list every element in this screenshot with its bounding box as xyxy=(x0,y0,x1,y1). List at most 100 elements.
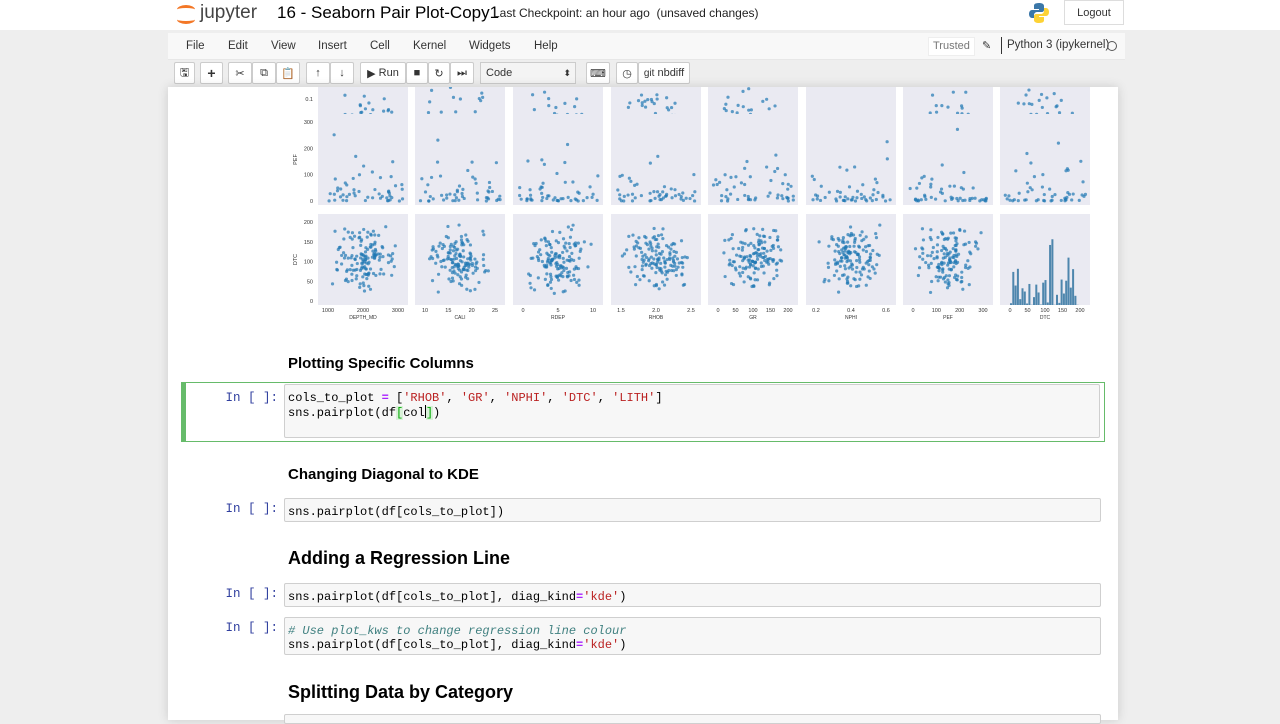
scatter-point xyxy=(629,270,632,273)
scatter-point xyxy=(428,100,431,103)
scatter-point xyxy=(772,258,775,261)
menu-cell[interactable]: Cell xyxy=(370,40,390,52)
scatter-point xyxy=(359,111,362,114)
scatter-point xyxy=(588,185,591,188)
menu-view[interactable]: View xyxy=(271,40,296,52)
scatter-point xyxy=(1018,192,1021,195)
move-up-icon[interactable]: ↑ xyxy=(306,62,330,84)
scatter-point xyxy=(693,190,696,193)
scatter-point xyxy=(647,259,650,262)
fast-forward-icon[interactable]: ⏭ xyxy=(450,62,474,84)
scatter-point xyxy=(680,273,683,276)
menu-edit[interactable]: Edit xyxy=(228,40,248,52)
scatter-point xyxy=(554,262,557,265)
scatter-point xyxy=(980,198,983,201)
scatter-point xyxy=(353,269,356,272)
scatter-point xyxy=(742,267,745,270)
scatter-point xyxy=(371,170,374,173)
x-tick-label: 2.5 xyxy=(687,308,695,314)
clock-icon[interactable]: ◷ xyxy=(616,62,638,84)
scatter-point xyxy=(529,197,532,200)
menu-widgets[interactable]: Widgets xyxy=(469,40,511,52)
copy-icon[interactable]: ⧉ xyxy=(252,62,276,84)
jupyter-logo[interactable]: jupyter xyxy=(176,2,257,24)
scatter-point xyxy=(540,158,543,161)
scatter-point xyxy=(656,155,659,158)
scatter-point xyxy=(839,191,842,194)
menu-kernel[interactable]: Kernel xyxy=(413,40,446,52)
scatter-point xyxy=(591,193,594,196)
x-tick-label: 0 xyxy=(521,308,524,314)
cut-icon[interactable]: ✂ xyxy=(228,62,252,84)
scatter-point xyxy=(655,283,658,286)
code-input-pairplot-kde[interactable]: sns.pairplot(df[cols_to_plot], diag_kind… xyxy=(284,583,1101,607)
scatter-point xyxy=(723,107,726,110)
scatter-point xyxy=(346,268,349,271)
scatter-point xyxy=(941,271,944,274)
scatter-point xyxy=(728,263,731,266)
pencil-icon[interactable]: ✎ xyxy=(982,39,991,52)
scatter-point xyxy=(474,182,477,185)
logout-button[interactable]: Logout xyxy=(1064,0,1124,25)
notebook-title[interactable]: 16 - Seaborn Pair Plot-Copy1 xyxy=(277,3,499,23)
scatter-point xyxy=(640,194,643,197)
scatter-point xyxy=(780,194,783,197)
code-input-cols-to-plot[interactable]: cols_to_plot = ['RHOB', 'GR', 'NPHI', 'D… xyxy=(284,384,1100,438)
scatter-point xyxy=(359,269,362,272)
scatter-point xyxy=(929,291,932,294)
run-button[interactable]: ▶ Run xyxy=(360,62,406,84)
move-down-icon[interactable]: ↓ xyxy=(330,62,354,84)
add-cell-icon[interactable]: + xyxy=(200,62,223,84)
scatter-point xyxy=(1041,173,1044,176)
stop-icon[interactable]: ■ xyxy=(406,62,428,84)
scatter-point xyxy=(848,245,851,248)
scatter-point xyxy=(681,261,684,264)
git-nbdiff-button[interactable]: git nbdiff xyxy=(638,62,690,84)
menu-help[interactable]: Help xyxy=(534,40,558,52)
scatter-point xyxy=(618,193,621,196)
scatter-point xyxy=(842,236,845,239)
menu-file[interactable]: File xyxy=(186,40,205,52)
scatter-point xyxy=(545,244,548,247)
scatter-point xyxy=(563,102,566,105)
cell-prompt: In [ ]: xyxy=(198,621,278,635)
scatter-point xyxy=(373,188,376,191)
scatter-point xyxy=(655,93,658,96)
code-input-pairplot[interactable]: sns.pairplot(df[cols_to_plot]) xyxy=(284,498,1101,522)
scatter-point xyxy=(445,193,448,196)
scatter-point xyxy=(758,234,761,237)
scatter-point xyxy=(724,103,727,106)
scatter-point xyxy=(434,250,437,253)
scatter-point xyxy=(347,256,350,259)
scatter-point xyxy=(957,253,960,256)
kernel-name[interactable]: Python 3 (ipykernel) xyxy=(1001,37,1109,54)
scatter-point xyxy=(648,199,651,202)
trusted-badge[interactable]: Trusted xyxy=(928,37,975,56)
scatter-point xyxy=(841,251,844,254)
scatter-point xyxy=(450,243,453,246)
menu-insert[interactable]: Insert xyxy=(318,40,347,52)
scatter-point xyxy=(665,96,668,99)
scatter-point xyxy=(652,190,655,193)
scatter-point xyxy=(929,254,932,257)
restart-icon[interactable]: ↻ xyxy=(428,62,450,84)
scatter-point xyxy=(827,245,830,248)
code-input-partial[interactable] xyxy=(284,714,1101,724)
scatter-point xyxy=(735,254,738,257)
scatter-point xyxy=(529,286,532,289)
scatter-point xyxy=(1004,194,1007,197)
keyboard-icon[interactable]: ⌨ xyxy=(586,62,610,84)
scatter-point xyxy=(453,272,456,275)
scatter-point xyxy=(390,175,393,178)
scatter-point xyxy=(763,240,766,243)
scatter-point xyxy=(917,199,920,202)
scatter-point xyxy=(374,249,377,252)
scatter-point xyxy=(663,284,666,287)
cell-type-select[interactable]: Code⬍ xyxy=(480,62,576,84)
scatter-point xyxy=(768,283,771,286)
scatter-point xyxy=(930,280,933,283)
scatter-point xyxy=(658,252,661,255)
code-input-regression-colour[interactable]: # Use plot_kws to change regression line… xyxy=(284,617,1101,655)
save-icon[interactable]: 🖫 xyxy=(174,62,195,84)
paste-icon[interactable]: 📋 xyxy=(276,62,300,84)
